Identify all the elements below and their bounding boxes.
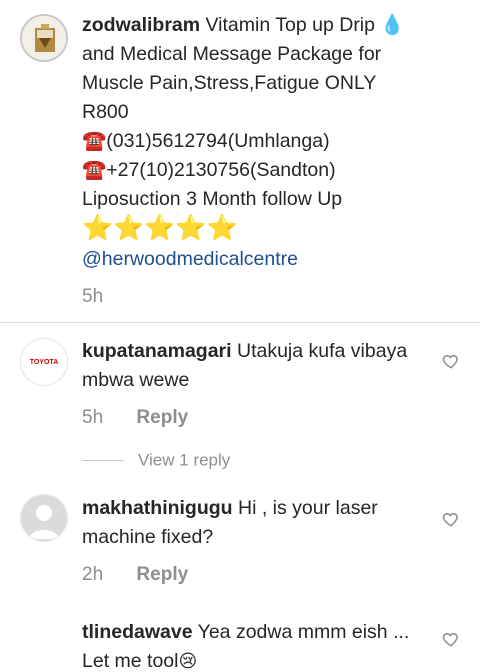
comment-text: tlinedawave Yea zodwa mmm eish ... Let m… xyxy=(82,618,427,672)
username[interactable]: tlinedawave xyxy=(82,621,193,643)
view-replies-label: View 1 reply xyxy=(138,450,231,470)
toyota-logo-icon: TOYOTA xyxy=(29,358,59,366)
comment-line: and Medical Message Package for xyxy=(82,43,382,65)
telephone-icon: ☎️ xyxy=(82,159,107,181)
comment-line: Muscle Pain,Stress,Fatigue ONLY xyxy=(82,72,377,94)
comment-line: Hi , is your laser xyxy=(238,497,378,519)
comment-line: R800 xyxy=(82,101,129,123)
comment-line: mbwa wewe xyxy=(82,369,190,391)
reply-button[interactable]: Reply xyxy=(136,562,188,588)
comment-line: machine fixed? xyxy=(82,526,214,548)
comment-text: zodwalibram Vitamin Top up Drip 💧 and Me… xyxy=(82,11,427,274)
comment-line: +27(10)2130756(Sandton) xyxy=(106,159,336,181)
comment-line: Utakuja kufa vibaya xyxy=(236,340,408,362)
username[interactable]: kupatanamagari xyxy=(82,340,232,362)
comment-text: makhathinigugu Hi , is your laser machin… xyxy=(82,494,427,552)
heart-icon[interactable] xyxy=(442,510,460,528)
username[interactable]: makhathinigugu xyxy=(82,497,233,519)
comment-meta: 5h Reply xyxy=(82,405,427,431)
view-replies-dash xyxy=(82,460,124,462)
comment-line: Liposuction 3 Month follow Up xyxy=(82,188,343,210)
comment-line: (031)5612794(Umhlanga) xyxy=(106,130,330,152)
timestamp: 5h xyxy=(82,286,104,307)
reply-button[interactable]: Reply xyxy=(136,405,188,431)
divider xyxy=(0,322,480,323)
timestamp: 5h xyxy=(82,407,104,428)
crying-face-icon: 😢 xyxy=(178,651,198,671)
heart-icon[interactable] xyxy=(442,352,460,370)
comment-body: zodwalibram Vitamin Top up Drip 💧 and Me… xyxy=(82,11,427,310)
profile-picture-icon xyxy=(22,16,66,60)
timestamp: 2h xyxy=(82,564,104,585)
avatar-makhathinigugu[interactable] xyxy=(20,494,68,542)
water-drop-icon: 💧 xyxy=(380,14,405,36)
comment-body: kupatanamagari Utakuja kufa vibaya mbwa … xyxy=(82,337,427,431)
comment-line: Let me tool xyxy=(82,650,179,672)
comment-line: Yea zodwa mmm eish ... xyxy=(197,621,410,643)
comment-body: tlinedawave Yea zodwa mmm eish ... Let m… xyxy=(82,618,427,672)
username[interactable]: zodwalibram xyxy=(82,14,200,36)
telephone-icon: ☎️ xyxy=(82,130,107,152)
comment-body: makhathinigugu Hi , is your laser machin… xyxy=(82,494,427,588)
mention-link[interactable]: @herwoodmedicalcentre xyxy=(82,248,298,270)
comment-line: Vitamin Top up Drip xyxy=(205,14,375,36)
avatar-kupatanamagari[interactable]: TOYOTA xyxy=(20,338,68,386)
star-rating-icon: ⭐⭐⭐⭐⭐ xyxy=(82,214,238,242)
comment-text: kupatanamagari Utakuja kufa vibaya mbwa … xyxy=(82,337,427,395)
heart-icon[interactable] xyxy=(442,630,460,648)
comment-meta: 2h Reply xyxy=(82,562,427,588)
default-user-icon xyxy=(21,495,67,541)
avatar-zodwalibram[interactable] xyxy=(20,14,68,62)
comment-meta: 5h xyxy=(82,284,427,310)
view-replies-button[interactable]: View 1 reply xyxy=(82,450,230,471)
